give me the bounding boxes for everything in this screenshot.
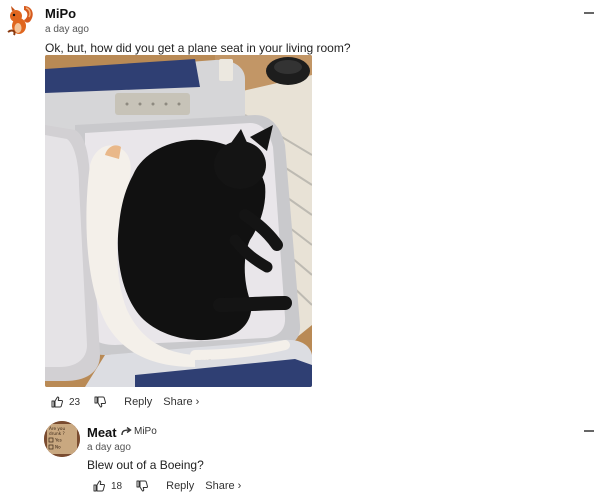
like-count: 23	[69, 396, 81, 408]
thumbs-down-icon	[136, 480, 149, 492]
avatar-text: Yes	[54, 438, 62, 443]
dislike-button[interactable]	[136, 480, 149, 492]
thumbs-down-icon	[94, 396, 107, 408]
share-button[interactable]: Share ›	[205, 480, 241, 492]
dislike-button[interactable]	[94, 396, 107, 408]
share-button[interactable]: Share ›	[163, 396, 199, 408]
comment-author[interactable]: Meat	[87, 425, 117, 440]
thumbs-up-icon	[51, 396, 63, 408]
avatar[interactable]: Are you drunk ? Yes No	[44, 421, 80, 457]
avatar[interactable]	[2, 2, 38, 38]
comment-timestamp[interactable]: a day ago	[87, 442, 131, 453]
comment-actions: 23 Reply Share ›	[51, 396, 199, 408]
avatar-text: No	[55, 445, 61, 450]
comment-actions: 18 Reply Share ›	[93, 480, 241, 492]
squirrel-avatar-icon	[2, 2, 38, 38]
reply-to-name: MiPo	[134, 426, 157, 437]
like-button[interactable]: 18	[93, 480, 122, 492]
like-button[interactable]: 23	[51, 396, 80, 408]
reply-button[interactable]: Reply	[166, 480, 194, 492]
thumbs-up-icon	[93, 480, 105, 492]
reply-button[interactable]: Reply	[124, 396, 152, 408]
drunk-quiz-avatar-icon: Are you drunk ? Yes No	[44, 421, 80, 457]
comment-text: Ok, but, how did you get a plane seat in…	[45, 41, 351, 55]
comment-image[interactable]: RECARO	[45, 55, 312, 387]
collapse-comment-button[interactable]	[584, 430, 594, 432]
collapse-comment-button[interactable]	[584, 12, 594, 14]
cat-on-plane-seat-image: RECARO	[45, 55, 312, 387]
comment-author[interactable]: MiPo	[45, 6, 76, 21]
comment-timestamp[interactable]: a day ago	[45, 24, 89, 35]
comment-text: Blew out of a Boeing?	[87, 458, 204, 472]
like-count: 18	[111, 480, 123, 492]
reply-arrow-icon	[121, 427, 132, 436]
avatar-text: drunk ?	[49, 431, 65, 436]
reply-to-indicator[interactable]: MiPo	[121, 426, 157, 437]
